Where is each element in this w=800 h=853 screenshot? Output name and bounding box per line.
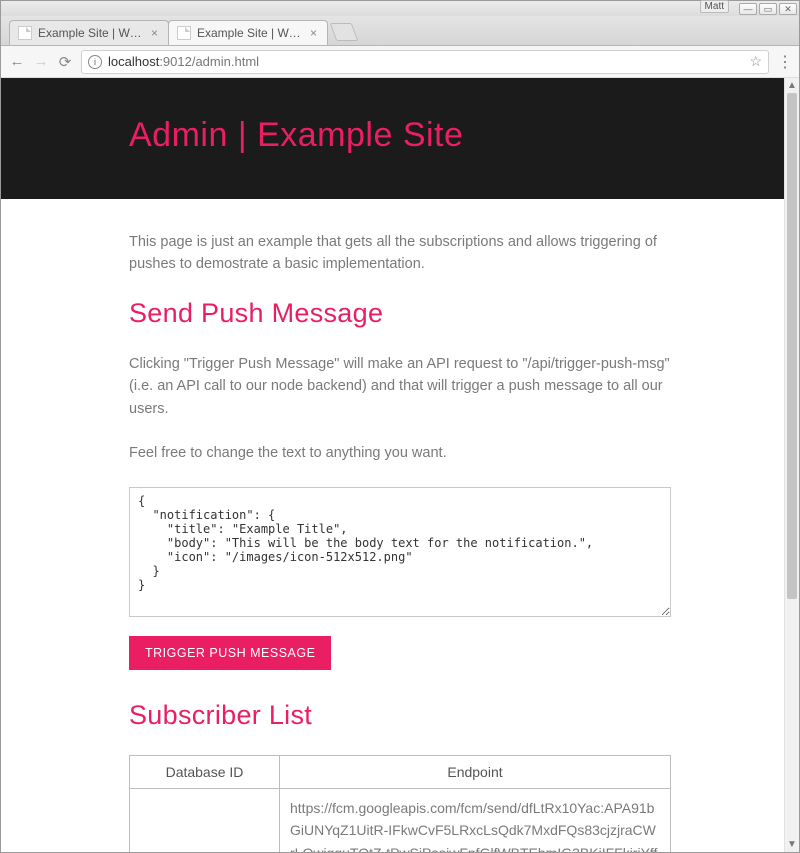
site-info-icon[interactable]: i xyxy=(88,55,102,69)
minimize-button[interactable]: — xyxy=(739,3,757,15)
trigger-push-button[interactable]: TRIGGER PUSH MESSAGE xyxy=(129,636,331,670)
scroll-track[interactable] xyxy=(785,93,799,837)
url-host: localhost xyxy=(108,54,159,69)
address-bar[interactable]: i localhost:9012/admin.html ☆ xyxy=(81,50,769,74)
scroll-up-arrow-icon[interactable]: ▲ xyxy=(785,78,799,93)
page-viewport: Admin | Example Site This page is just a… xyxy=(1,78,799,852)
cell-database-id: Iege3Q7Dxz3aVShL xyxy=(130,788,280,852)
close-tab-icon[interactable]: × xyxy=(310,26,317,40)
scroll-down-arrow-icon[interactable]: ▼ xyxy=(785,837,799,852)
browser-menu-button[interactable]: ⋮ xyxy=(777,52,791,72)
page-header: Admin | Example Site xyxy=(1,78,799,199)
tab-strip: Example Site | Web F × Example Site | We… xyxy=(1,16,799,46)
window-controls: — ▭ ✕ xyxy=(739,3,797,15)
send-push-description: Clicking "Trigger Push Message" will mak… xyxy=(129,353,671,420)
scroll-area[interactable]: Admin | Example Site This page is just a… xyxy=(1,78,799,852)
table-row: Iege3Q7Dxz3aVShL https://fcm.googleapis.… xyxy=(130,788,671,852)
push-payload-textarea[interactable] xyxy=(129,487,671,617)
tab-title: Example Site | Web F xyxy=(197,26,304,40)
page-favicon-icon xyxy=(177,26,191,40)
browser-toolbar: ← → ⟳ i localhost:9012/admin.html ☆ ⋮ xyxy=(1,46,799,78)
profile-badge[interactable]: Matt xyxy=(700,0,729,13)
page-title: Admin | Example Site xyxy=(129,116,671,155)
back-button[interactable]: ← xyxy=(9,53,25,70)
col-endpoint: Endpoint xyxy=(280,755,671,788)
subscriber-table: Database ID Endpoint Iege3Q7Dxz3aVShL ht… xyxy=(129,755,671,852)
reload-button[interactable]: ⟳ xyxy=(57,53,73,71)
browser-tab[interactable]: Example Site | Web F × xyxy=(9,20,169,45)
send-push-note: Feel free to change the text to anything… xyxy=(129,442,671,464)
subscriber-list-heading: Subscriber List xyxy=(129,700,671,731)
vertical-scrollbar[interactable]: ▲ ▼ xyxy=(784,78,799,852)
main-content: This page is just an example that gets a… xyxy=(1,199,799,852)
url-text: localhost:9012/admin.html xyxy=(108,54,743,69)
tab-title: Example Site | Web F xyxy=(38,26,145,40)
window-titlebar: Matt — ▭ ✕ xyxy=(1,1,799,16)
new-tab-button[interactable] xyxy=(330,23,359,41)
close-window-button[interactable]: ✕ xyxy=(779,3,797,15)
send-push-heading: Send Push Message xyxy=(129,298,671,329)
cell-endpoint: https://fcm.googleapis.com/fcm/send/dfLt… xyxy=(280,788,671,852)
close-tab-icon[interactable]: × xyxy=(151,26,158,40)
page-content: Admin | Example Site This page is just a… xyxy=(1,78,799,852)
bookmark-star-icon[interactable]: ☆ xyxy=(749,53,762,70)
url-path: :9012/admin.html xyxy=(159,54,259,69)
col-database-id: Database ID xyxy=(130,755,280,788)
intro-text: This page is just an example that gets a… xyxy=(129,231,671,276)
browser-window: Matt — ▭ ✕ Example Site | Web F × Exampl… xyxy=(0,0,800,853)
page-favicon-icon xyxy=(18,26,32,40)
maximize-button[interactable]: ▭ xyxy=(759,3,777,15)
browser-tab-active[interactable]: Example Site | Web F × xyxy=(168,20,328,45)
forward-button[interactable]: → xyxy=(33,53,49,70)
scroll-thumb[interactable] xyxy=(787,93,797,599)
